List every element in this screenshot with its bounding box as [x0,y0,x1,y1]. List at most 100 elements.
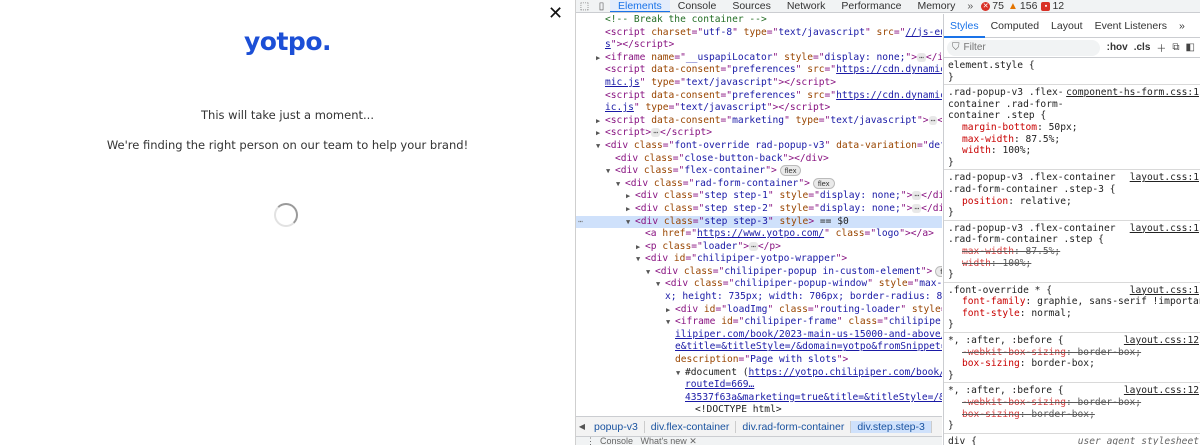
dom-node-line[interactable]: <!DOCTYPE html> [576,404,942,415]
collapse-arrow-icon[interactable]: ▼ [606,165,615,178]
dom-node-line[interactable]: e&title=&titleStyle=/&domain=yotpo&fromS… [576,341,942,354]
error-count-badge[interactable]: ✕ 75 [981,0,1004,12]
dom-node-line[interactable]: ▶ <script data-consent="marketing" type="… [576,115,942,128]
inspect-element-icon[interactable]: ⬚ [576,1,593,12]
dom-node-line[interactable]: ▶ <div id="loadImg" class="routing-loader… [576,304,942,317]
message-count-badge[interactable]: ▪ 12 [1041,0,1064,12]
styles-tab-styles[interactable]: Styles [944,14,985,38]
hover-state-toggle[interactable]: :hov [1107,42,1128,53]
css-rule[interactable]: layout.css:1 .font-override * {font-famil… [944,283,1200,334]
tab-network[interactable]: Network [779,0,834,12]
dom-node-line[interactable]: ▶ <iframe name="__uspapiLocator" style="d… [576,52,942,65]
collapse-arrow-icon[interactable]: ▼ [596,140,605,153]
property-value[interactable]: border-box; [1078,397,1142,408]
new-rule-icon[interactable]: ＋ [1156,40,1166,55]
attribute-link[interactable]: mic.js [605,77,640,88]
expand-arrow-icon[interactable]: ▶ [596,127,605,140]
expand-arrow-icon[interactable]: ▶ [596,115,605,128]
collapse-arrow-icon[interactable]: ▼ [616,178,625,191]
attribute-link[interactable]: routeId=669… [685,379,754,390]
css-declaration[interactable]: max-width: 87.5%; [948,246,1197,258]
collapse-arrow-icon[interactable]: ▼ [666,316,675,329]
dom-node-line[interactable]: ▼ <div class="flex-container"> flex [576,165,942,178]
dom-node-line[interactable]: <!-- Break the container --> [576,14,942,27]
styles-tab-layout[interactable]: Layout [1045,14,1089,38]
collapse-arrow-icon[interactable]: ▼ [646,266,655,279]
property-value[interactable]: 100%; [1002,145,1031,156]
yotpo-logo[interactable]: yotpo. [0,27,575,56]
attribute-link[interactable]: https://cdn.dynamicyield.c [836,64,942,75]
dom-node-line[interactable]: <script data-consent="preferences" src="… [576,90,942,103]
attribute-link[interactable]: https://cdn.dynamicyield.c [836,90,942,101]
dom-node-line[interactable]: x; height: 735px; width: 706px; border-r… [576,291,942,304]
css-declaration[interactable]: position: relative; [948,196,1197,208]
expand-arrow-icon[interactable]: ▶ [666,304,675,317]
property-name[interactable]: max-width [962,246,1014,257]
rule-source-link[interactable]: layout.css:1 [1126,172,1199,184]
attribute-link[interactable]: https://www.yotpo.com/ [697,228,824,239]
expand-arrow-icon[interactable]: ▶ [636,241,645,254]
property-name[interactable]: margin-bottom [962,122,1037,133]
dom-node-line[interactable]: ▼ <div id="chilipiper-yotpo-wrapper"> [576,253,942,266]
property-name[interactable]: max-width [962,134,1014,145]
collapsed-content-icon[interactable]: ⋯ [651,128,661,138]
dom-node-line[interactable]: ▶ <p class="loader"> ⋯ </p> [576,241,942,254]
dom-node-line[interactable]: <a href="https://www.yotpo.com/" class="… [576,228,942,241]
dom-node-line[interactable]: ▼ <div class="rad-form-container"> flex [576,177,942,191]
collapsed-content-icon[interactable]: ⋯ [916,52,926,62]
dom-node-line[interactable]: ▶ <script> ⋯ </script> [576,127,942,140]
dom-tree[interactable]: <!-- Break the container --> <script char… [576,14,942,415]
dom-node-line[interactable]: <script data-consent="preferences" src="… [576,64,942,77]
breadcrumb-item[interactable]: popup-v3 [588,420,645,433]
dom-node-line[interactable]: ▼ <div class="font-override rad-popup-v3"… [576,140,942,153]
expand-arrow-icon[interactable]: ▶ [626,203,635,216]
css-rule[interactable]: layout.css:12 *, :after, :before {-webkit… [944,383,1200,434]
rule-source-link[interactable]: component-hs-form.css:1 [1063,87,1199,99]
css-declaration[interactable]: width: 100%; [948,145,1197,157]
property-name[interactable]: width [962,258,991,269]
collapsed-content-icon[interactable]: ⋯ [749,241,758,251]
property-value[interactable]: border-box; [1031,409,1095,420]
css-declaration[interactable]: max-width: 87.5%; [948,134,1197,146]
css-rule[interactable]: element.style {} [944,58,1200,86]
css-rule[interactable]: layout.css:1 .rad-popup-v3 .flex-containe… [944,170,1200,221]
dom-node-line[interactable]: description="Page with slots"> [576,354,942,367]
collapse-arrow-icon[interactable]: ▼ [676,367,685,380]
styles-tab-event-listeners[interactable]: Event Listeners [1089,14,1173,38]
flex-badge[interactable]: flex [812,177,835,189]
property-value[interactable]: normal; [1031,308,1071,319]
selected-dom-node[interactable]: ⋯ ▼ <div class="step step-3" style> == $0 [576,215,942,229]
collapse-arrow-icon[interactable]: ▼ [626,216,635,229]
dom-node-line[interactable]: 43537f63a&marketing=true&title=&titleSty… [576,392,942,405]
property-name[interactable]: -webkit-box-sizing [962,347,1066,358]
css-declaration[interactable]: width: 100%; [948,258,1197,270]
css-declaration[interactable]: box-sizing: border-box; [948,409,1197,421]
breadcrumb-item[interactable]: div.rad-form-container [736,420,852,433]
flex-badge[interactable]: flex [935,265,942,277]
attribute-link[interactable]: e&title=&titleStyle=/&domain=yotpo&fromS… [675,341,942,352]
property-name[interactable]: box-sizing [962,409,1020,420]
dom-node-line[interactable]: <script charset="utf-8" type="text/javas… [576,27,942,40]
property-value[interactable]: 50px; [1049,122,1078,133]
property-value[interactable]: 87.5%; [1026,246,1061,257]
node-actions-icon[interactable]: ⋯ [578,216,583,229]
drawer-tabs[interactable]: ⋮ Console What's new ✕ [576,436,942,445]
styles-tab-computed[interactable]: Computed [985,14,1045,38]
dom-node-line[interactable]: mic.js" type="text/javascript"></script> [576,77,942,90]
css-declaration[interactable]: -webkit-box-sizing: border-box; [948,397,1197,409]
rule-source-link[interactable]: layout.css:1 [1126,222,1199,235]
css-rule[interactable]: component-hs-form.css:1 .rad-popup-v3 .fl… [944,85,1200,171]
tab-performance[interactable]: Performance [833,0,909,12]
breadcrumb-item[interactable]: div.step.step-3 [851,420,932,433]
property-value[interactable]: border-box; [1031,358,1095,369]
expand-arrow-icon[interactable]: ▶ [626,190,635,203]
dom-node-line[interactable]: routeId=669… [576,379,942,392]
dom-node-line[interactable]: ilipiper.com/book/2023-main-us-15000-and… [576,329,942,342]
dom-node-line[interactable]: s"></script> [576,39,942,52]
css-rule[interactable]: user agent stylesheet div { [944,434,1200,445]
dom-node-line[interactable]: ▶ <div class="step step-2" style="display… [576,203,942,216]
css-rule[interactable]: layout.css:1 .rad-popup-v3 .flex-containe… [944,221,1200,283]
tab-elements[interactable]: Elements [610,0,670,12]
property-value[interactable]: border-box; [1078,347,1142,358]
rule-source-link[interactable]: layout.css:12 [1120,385,1199,398]
